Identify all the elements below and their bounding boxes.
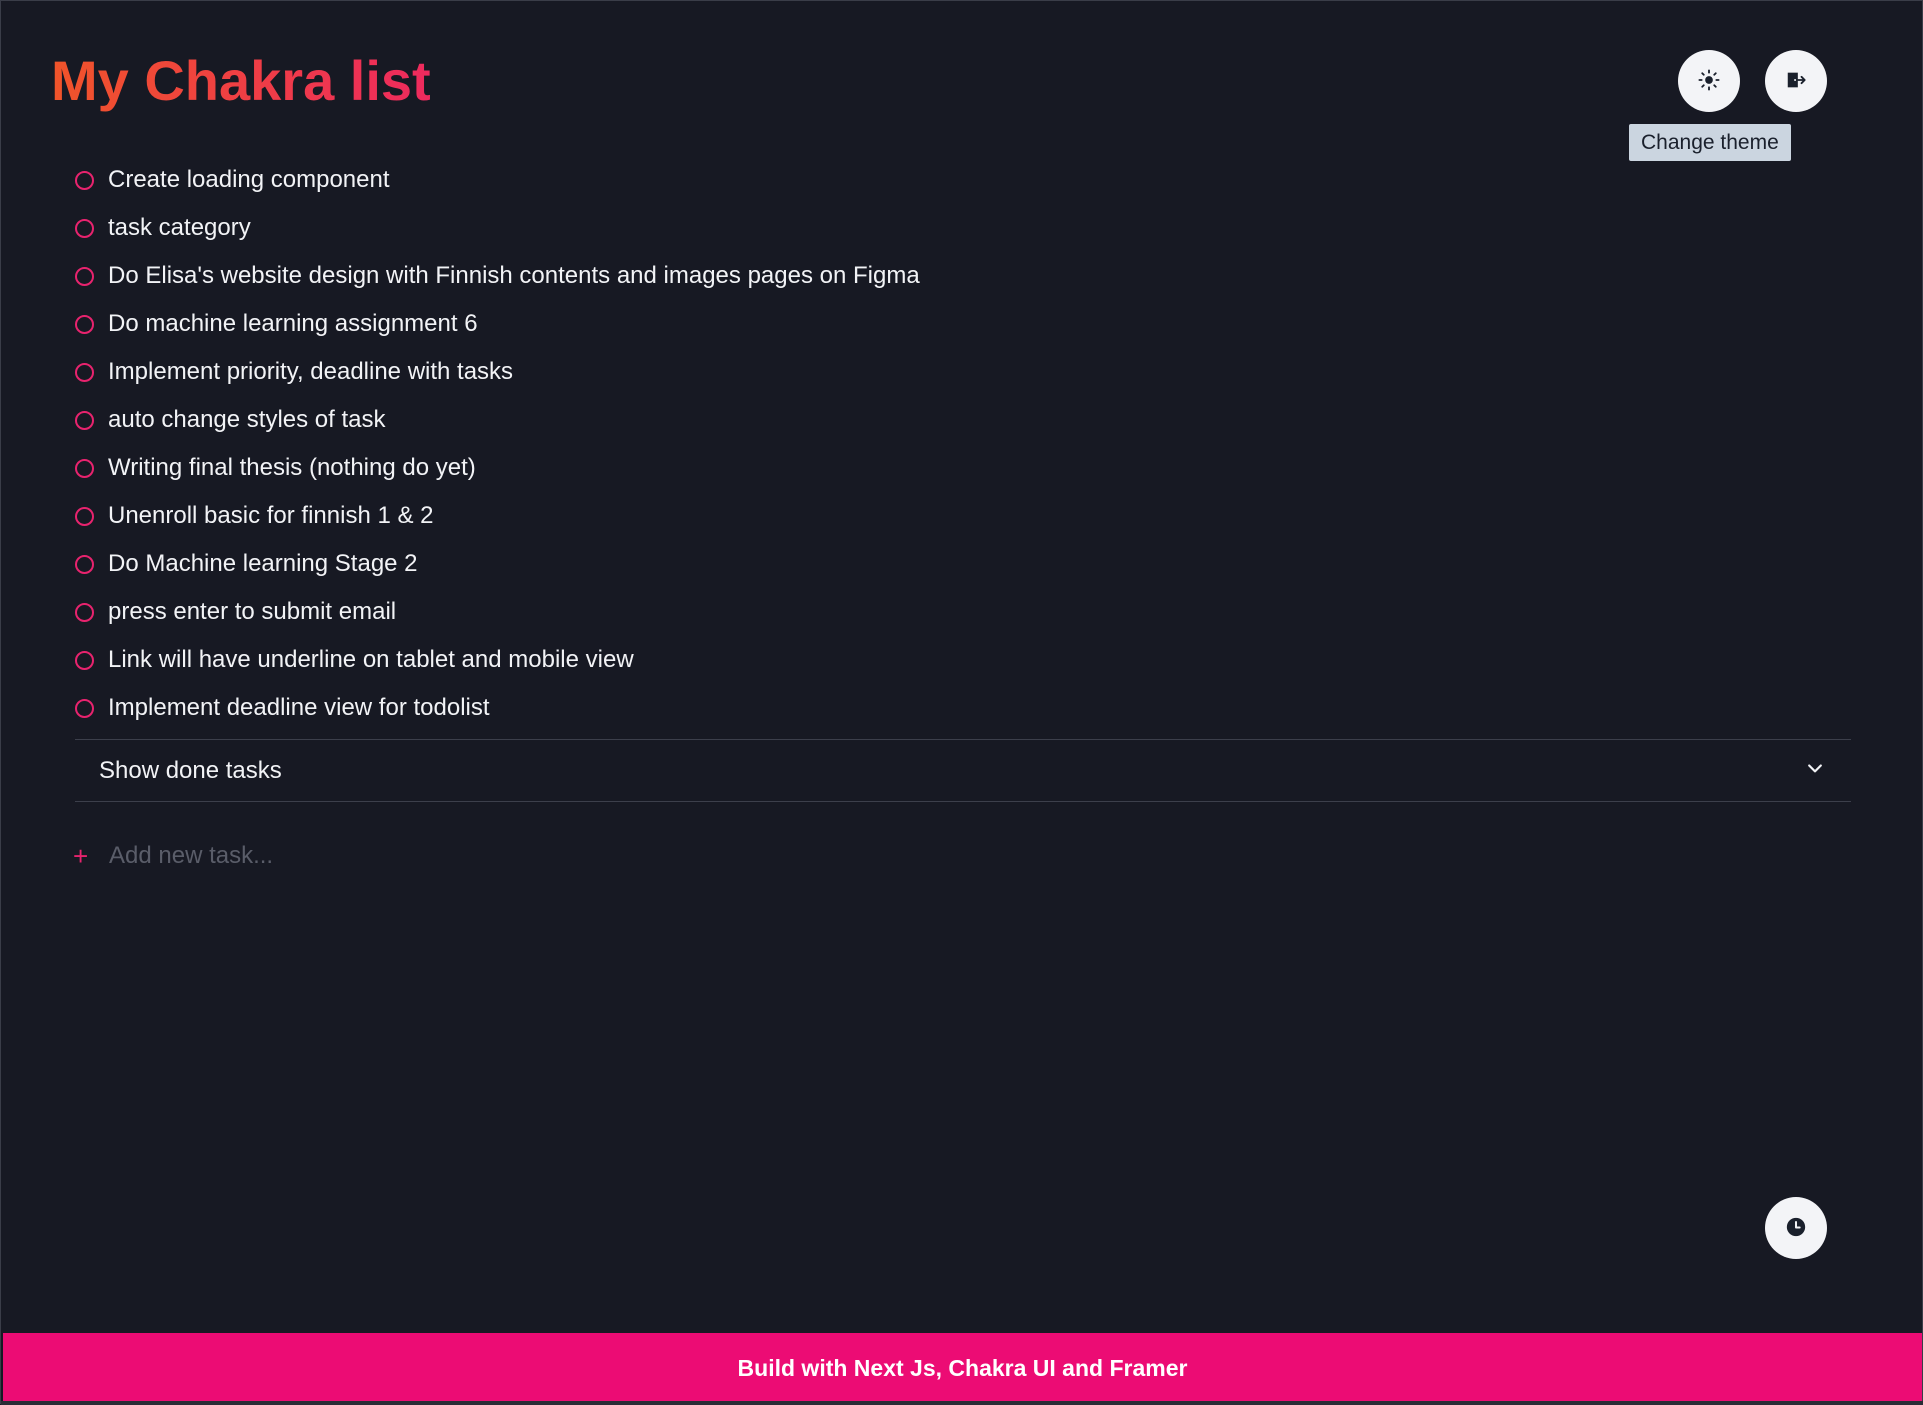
task-label: Link will have underline on tablet and m…	[108, 646, 634, 673]
task-checkbox[interactable]	[75, 266, 94, 286]
bottom-edge	[1, 1401, 1923, 1405]
task-checkbox[interactable]	[75, 314, 94, 334]
task-item[interactable]: task category	[75, 204, 1855, 252]
task-item[interactable]: Do machine learning assignment 6	[75, 300, 1855, 348]
task-checkbox[interactable]	[75, 602, 94, 622]
task-checkbox[interactable]	[75, 170, 94, 190]
theme-toggle-button[interactable]	[1678, 50, 1740, 112]
task-item[interactable]: Link will have underline on tablet and m…	[75, 636, 1855, 684]
show-done-tasks-toggle[interactable]: Show done tasks	[75, 739, 1851, 802]
task-item[interactable]: auto change styles of task	[75, 396, 1855, 444]
task-label: Create loading component	[108, 166, 390, 193]
task-label: Do Elisa's website design with Finnish c…	[108, 262, 920, 289]
sun-icon	[1698, 68, 1720, 94]
task-item[interactable]: Implement priority, deadline with tasks	[75, 348, 1855, 396]
task-item[interactable]: Unenroll basic for finnish 1 & 2	[75, 492, 1855, 540]
footer-text: Build with Next Js, Chakra UI and Framer	[737, 1354, 1188, 1381]
task-checkbox[interactable]	[75, 650, 94, 670]
app-window: My Chakra list Change theme Create loadi…	[0, 0, 1923, 1405]
task-label: Writing final thesis (nothing do yet)	[108, 454, 476, 481]
task-checkbox[interactable]	[75, 698, 94, 718]
task-label: Do machine learning assignment 6	[108, 310, 478, 337]
task-checkbox[interactable]	[75, 362, 94, 382]
task-item[interactable]: Implement deadline view for todolist	[75, 684, 1855, 732]
task-label: Unenroll basic for finnish 1 & 2	[108, 502, 434, 529]
logout-button[interactable]	[1765, 50, 1827, 112]
show-done-tasks-label: Show done tasks	[99, 756, 282, 784]
task-list: Create loading component task category D…	[75, 156, 1855, 732]
page-title: My Chakra list	[51, 47, 431, 115]
task-checkbox[interactable]	[75, 458, 94, 478]
logout-icon	[1785, 69, 1807, 94]
task-checkbox[interactable]	[75, 410, 94, 430]
task-item[interactable]: Do Elisa's website design with Finnish c…	[75, 252, 1855, 300]
task-label: task category	[108, 214, 251, 241]
plus-icon: +	[73, 840, 89, 871]
task-item[interactable]: Create loading component	[75, 156, 1855, 204]
clock-icon	[1785, 1216, 1807, 1241]
task-label: auto change styles of task	[108, 406, 386, 433]
deadline-view-button[interactable]	[1765, 1197, 1827, 1259]
task-label: Implement deadline view for todolist	[108, 694, 490, 721]
task-checkbox[interactable]	[75, 506, 94, 526]
task-checkbox[interactable]	[75, 218, 94, 238]
footer-banner: Build with Next Js, Chakra UI and Framer	[3, 1333, 1922, 1403]
task-checkbox[interactable]	[75, 554, 94, 574]
chevron-down-icon	[1805, 758, 1825, 783]
task-label: Implement priority, deadline with tasks	[108, 358, 514, 385]
add-task-row: +	[71, 836, 771, 876]
task-item[interactable]: Do Machine learning Stage 2	[75, 540, 1855, 588]
add-task-input[interactable]	[109, 842, 709, 870]
task-label: Do Machine learning Stage 2	[108, 550, 418, 577]
task-item[interactable]: press enter to submit email	[75, 588, 1855, 636]
task-item[interactable]: Writing final thesis (nothing do yet)	[75, 444, 1855, 492]
task-label: press enter to submit email	[108, 598, 397, 625]
